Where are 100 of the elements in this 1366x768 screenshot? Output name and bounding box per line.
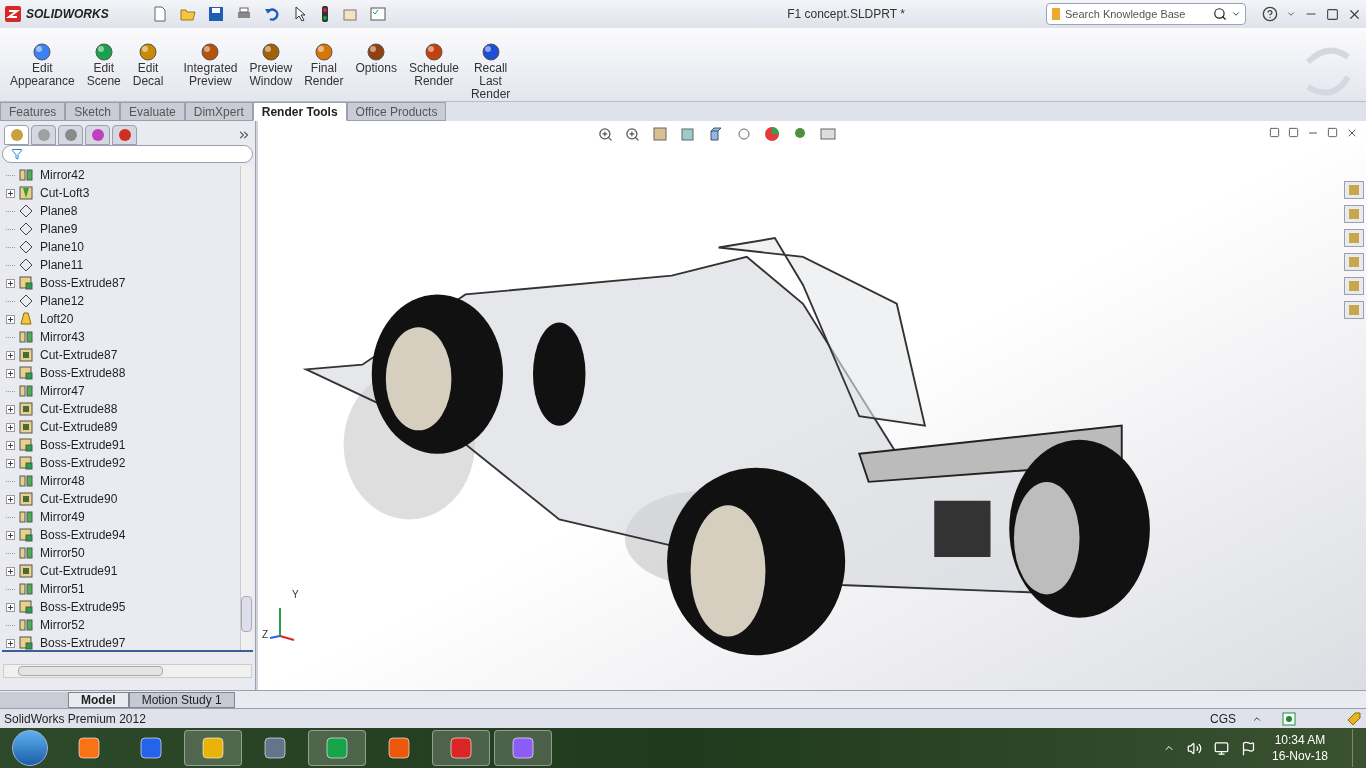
- tree-item[interactable]: Mirror48: [37, 472, 85, 490]
- expand-plus-icon[interactable]: [5, 566, 15, 576]
- cube-icon[interactable]: [708, 126, 724, 142]
- tree-item[interactable]: Plane12: [37, 292, 85, 310]
- ribbon-command-button[interactable]: Options: [353, 42, 399, 75]
- tree-item[interactable]: Boss-Extrude95: [37, 598, 126, 616]
- configuration-manager-icon[interactable]: [58, 125, 83, 145]
- tree-item[interactable]: Cut-Extrude87: [37, 346, 118, 364]
- taskbar-app-button[interactable]: [308, 730, 366, 766]
- tree-item[interactable]: Boss-Extrude88: [37, 364, 126, 382]
- dropdown-caret-icon[interactable]: [1231, 9, 1241, 19]
- expand-panel-icon[interactable]: [237, 128, 251, 142]
- restore-icon[interactable]: [1327, 127, 1338, 138]
- open-folder-icon[interactable]: [180, 6, 196, 22]
- units-label[interactable]: CGS: [1210, 709, 1236, 728]
- close-icon[interactable]: [1346, 127, 1358, 139]
- expand-plus-icon[interactable]: [5, 188, 15, 198]
- clock-time[interactable]: 10:34 AM: [1274, 732, 1326, 748]
- expand-plus-icon[interactable]: [5, 404, 15, 414]
- tree-item[interactable]: Mirror42: [37, 166, 85, 184]
- ribbon-command-button[interactable]: Schedule Render: [406, 42, 461, 88]
- ribbon-command-button[interactable]: Edit Decal: [130, 42, 166, 88]
- filter-field[interactable]: [2, 145, 253, 163]
- search-input[interactable]: Search Knowledge Base: [1065, 5, 1209, 23]
- tree-item[interactable]: Cut-Extrude91: [37, 562, 118, 580]
- tile-left-icon[interactable]: [1269, 127, 1280, 138]
- view-settings-icon[interactable]: [820, 126, 836, 142]
- tree-item[interactable]: Mirror43: [37, 328, 85, 346]
- taskbar-app-button[interactable]: [432, 730, 490, 766]
- ribbon-command-button[interactable]: Final Render: [302, 42, 346, 88]
- select-pointer-icon[interactable]: [292, 6, 308, 22]
- restore-icon[interactable]: [1326, 7, 1339, 21]
- expand-plus-icon[interactable]: [5, 602, 15, 612]
- tree-item[interactable]: Cut-Extrude90: [37, 490, 118, 508]
- start-button[interactable]: [12, 730, 48, 766]
- clock-date[interactable]: 16-Nov-18: [1271, 748, 1328, 764]
- tree-item[interactable]: Plane11: [37, 256, 84, 274]
- ribbon-command-button[interactable]: Preview Window: [247, 42, 295, 88]
- tree-item[interactable]: Boss-Extrude91: [37, 436, 126, 454]
- tag-icon[interactable]: [1346, 710, 1362, 727]
- feature-manager-icon[interactable]: [4, 125, 29, 145]
- search-field[interactable]: Search Knowledge Base: [1046, 3, 1246, 25]
- tree-item[interactable]: Cut-Extrude88: [37, 400, 118, 418]
- tree-item[interactable]: Plane8: [37, 202, 78, 220]
- command-tab[interactable]: Render Tools: [252, 102, 347, 121]
- study-tab[interactable]: Model: [68, 692, 129, 708]
- command-tab[interactable]: Office Products: [346, 102, 447, 121]
- tree-item[interactable]: Mirror50: [37, 544, 85, 562]
- command-tab[interactable]: Sketch: [65, 102, 121, 121]
- search-icon[interactable]: [1213, 7, 1227, 21]
- help-icon[interactable]: [1282, 711, 1296, 726]
- expand-plus-icon[interactable]: [5, 422, 15, 432]
- tree-item[interactable]: Cut-Loft3: [37, 184, 90, 202]
- ribbon-command-button[interactable]: Integrated Preview: [181, 42, 240, 88]
- study-tab[interactable]: Motion Study 1: [128, 692, 235, 708]
- command-tab[interactable]: Features: [0, 102, 66, 121]
- tree-item[interactable]: Plane9: [37, 220, 78, 238]
- tree-item[interactable]: Cut-Extrude89: [37, 418, 118, 436]
- crosshair-icon[interactable]: [85, 125, 110, 145]
- caret-icon[interactable]: [1286, 9, 1296, 19]
- taskbar-app-button[interactable]: [494, 730, 552, 766]
- expand-plus-icon[interactable]: [5, 638, 15, 648]
- zoom-to-fit-icon[interactable]: [598, 126, 613, 142]
- view-tool-icon[interactable]: [652, 126, 668, 142]
- tree-item[interactable]: Loft20: [37, 310, 74, 328]
- tree-item[interactable]: Boss-Extrude97: [37, 634, 126, 652]
- tree-item[interactable]: Boss-Extrude87: [37, 274, 126, 292]
- taskbar-app-button[interactable]: [184, 730, 242, 766]
- tree-item[interactable]: Mirror49: [37, 508, 85, 526]
- expand-plus-icon[interactable]: [5, 530, 15, 540]
- horizontal-scrollbar[interactable]: [3, 664, 252, 678]
- checklist-icon[interactable]: [370, 6, 386, 22]
- tree-item[interactable]: Mirror51: [37, 580, 85, 598]
- expand-plus-icon[interactable]: [5, 440, 15, 450]
- ribbon-command-button[interactable]: Edit Scene: [84, 42, 123, 88]
- traffic-light-icon[interactable]: [320, 6, 330, 22]
- new-document-icon[interactable]: [152, 6, 168, 22]
- appearance-sphere-icon[interactable]: [764, 126, 780, 142]
- command-tab[interactable]: Evaluate: [120, 102, 185, 121]
- expand-plus-icon[interactable]: [5, 350, 15, 360]
- tree-item[interactable]: Mirror47: [37, 382, 85, 400]
- expand-plus-icon[interactable]: [5, 458, 15, 468]
- expand-plus-icon[interactable]: [5, 278, 15, 288]
- tree-item[interactable]: Boss-Extrude92: [37, 454, 126, 472]
- expand-plus-icon[interactable]: [5, 314, 15, 324]
- tile-right-icon[interactable]: [1288, 127, 1299, 138]
- command-tab[interactable]: DimXpert: [184, 102, 253, 121]
- tree-item[interactable]: Mirror52: [37, 616, 85, 634]
- ribbon-command-button[interactable]: Edit Appearance: [8, 42, 77, 88]
- section-view-icon[interactable]: [680, 126, 696, 142]
- undo-icon[interactable]: [264, 6, 280, 22]
- tree-item[interactable]: Boss-Extrude94: [37, 526, 126, 544]
- zoom-area-icon[interactable]: [625, 126, 640, 142]
- expand-plus-icon[interactable]: [5, 494, 15, 504]
- save-icon[interactable]: [208, 6, 224, 22]
- display-style-icon[interactable]: [736, 126, 752, 142]
- network-icon[interactable]: [1213, 740, 1229, 756]
- tree-item[interactable]: Plane10: [37, 238, 85, 256]
- help-icon[interactable]: [1262, 6, 1278, 22]
- graphics-viewport[interactable]: Z Y: [258, 121, 1366, 690]
